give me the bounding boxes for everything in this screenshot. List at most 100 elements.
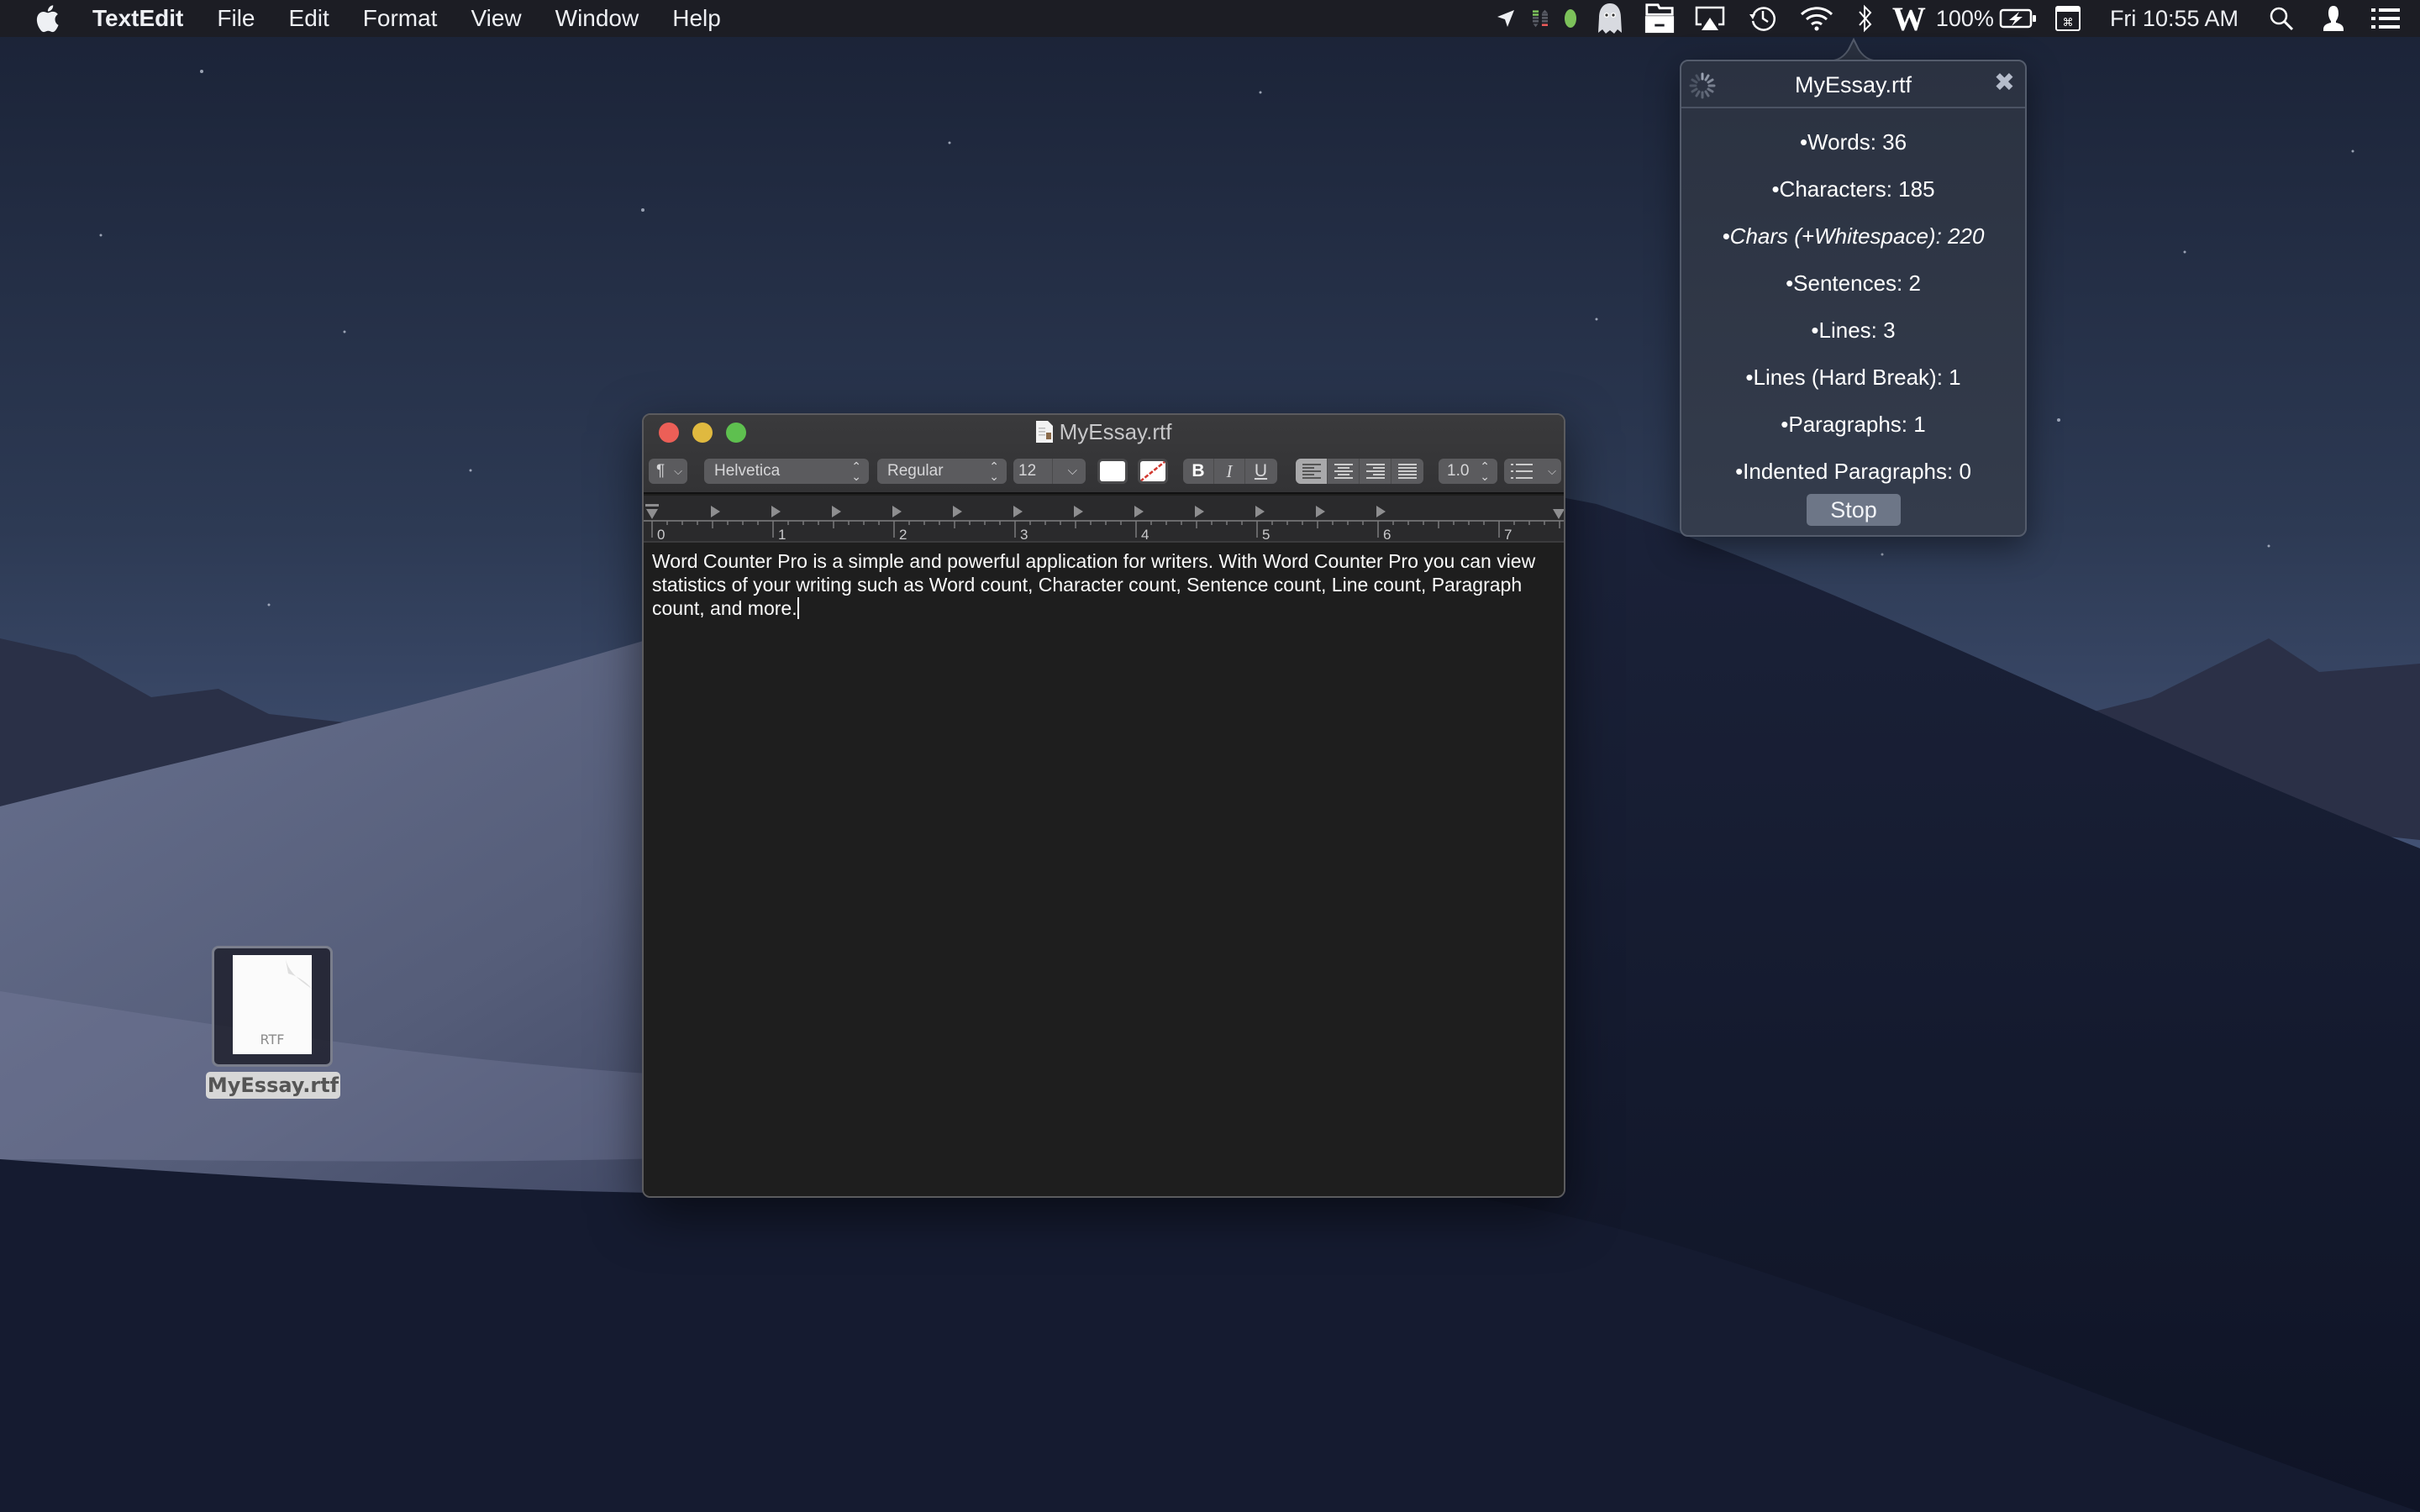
wifi-icon [1800, 7, 1833, 31]
format-toolbar: ¶ ⌵ Helvetica ⌃ ⌄ Regular ⌃ ⌄ 12 ⌵ B I U… [644, 459, 1564, 486]
word-counter-popover: MyEssay.rtf ✖ •Words: 36 •Characters: 185… [1680, 60, 2027, 537]
align-center-icon [1334, 464, 1353, 479]
file-type-label: RTF [260, 1032, 285, 1047]
font-family-popup[interactable]: Helvetica ⌃ ⌄ [704, 459, 869, 484]
spotlight-item[interactable] [2255, 0, 2307, 37]
menu-help[interactable]: Help [655, 0, 738, 37]
align-justify-button[interactable] [1392, 459, 1423, 484]
level-meter-icon [1532, 9, 1548, 28]
text-color-well[interactable] [1097, 459, 1128, 484]
menu-view[interactable]: View [454, 0, 538, 37]
stat-item: •Indented Paragraphs: 0 [1735, 459, 1971, 484]
ruler-label: 3 [1020, 527, 1028, 543]
text-cursor [797, 597, 799, 619]
apple-menu[interactable] [25, 4, 69, 33]
tab-stop-marker [832, 506, 841, 517]
menu-file[interactable]: File [200, 0, 271, 37]
rtf-document-icon: RTF [233, 955, 312, 1054]
paragraph-styles-popup[interactable]: ¶ ⌵ [649, 459, 687, 484]
first-line-indent-marker [645, 504, 659, 507]
font-style-popup[interactable]: Regular ⌃ ⌄ [877, 459, 1007, 484]
menu-extras: W 100% ⌘ Fri 10:55 AM [1487, 0, 2420, 38]
stat-item: •Chars (+Whitespace): 220 [1722, 223, 1985, 249]
stat-item: •Lines: 3 [1811, 318, 1896, 343]
document-text-area[interactable]: Word Counter Pro is a simple and powerfu… [644, 544, 1564, 1196]
popover-header: MyEssay.rtf ✖ [1681, 61, 2025, 108]
ruler[interactable]: 0 1 2 3 4 5 6 7 [644, 496, 1564, 543]
close-popover-icon[interactable]: ✖ [1994, 68, 2015, 97]
user-icon [2323, 6, 2344, 31]
document-proxy-icon[interactable] [1035, 421, 1053, 443]
chevron-down-icon[interactable]: ⌵ [1068, 464, 1077, 478]
window-title-text: MyEssay.rtf [1059, 418, 1172, 444]
menu-bar: TextEdit File Edit Format View Window He… [0, 0, 2420, 38]
menu-edit[interactable]: Edit [272, 0, 346, 37]
keyboard-viewer-item[interactable]: ⌘ [2043, 0, 2093, 37]
ruler-label: 5 [1262, 527, 1270, 543]
stat-item: •Sentences: 2 [1786, 270, 1921, 296]
up-down-arrows-icon: ⌃ ⌄ [1480, 459, 1490, 483]
ruler-label: 4 [1141, 527, 1149, 543]
italic-button[interactable]: I [1214, 459, 1245, 484]
stat-item: •Lines (Hard Break): 1 [1745, 365, 1961, 390]
ghost-app-item[interactable] [1585, 0, 1635, 37]
activity-levels-item[interactable] [1524, 0, 1556, 37]
line-spacing-value: 1.0 [1447, 462, 1470, 480]
time-machine-item[interactable] [1736, 0, 1790, 37]
apple-icon [36, 5, 59, 33]
underline-button[interactable]: U [1245, 459, 1276, 484]
ruler-label: 0 [657, 527, 665, 543]
menu-format[interactable]: Format [346, 0, 455, 37]
ruler-label: 7 [1504, 527, 1512, 543]
tab-stop-marker [1195, 506, 1204, 517]
stop-button[interactable]: Stop [1807, 494, 1901, 526]
bold-icon: B [1192, 461, 1205, 480]
no-color-slash-icon [1140, 461, 1165, 481]
tab-stop-marker [1376, 506, 1386, 517]
list-style-popup[interactable]: ⌵ [1504, 459, 1561, 484]
tab-stop-marker [711, 506, 720, 517]
pilcrow-icon: ¶ [656, 462, 666, 480]
file-drawer-item[interactable] [1635, 0, 1684, 37]
font-size-combo[interactable]: 12 ⌵ [1013, 459, 1086, 484]
ruler-label: 2 [899, 527, 907, 543]
align-right-icon [1365, 464, 1385, 479]
ruler-scale: 0 1 2 3 4 5 6 7 [644, 504, 1564, 543]
location-services-item[interactable] [1487, 0, 1524, 37]
wifi-item[interactable] [1790, 0, 1844, 37]
align-justify-icon [1398, 464, 1417, 479]
chevron-down-icon: ⌵ [674, 465, 682, 477]
background-color-well[interactable] [1138, 459, 1168, 484]
user-item[interactable] [2307, 0, 2360, 37]
alignment-segment [1296, 459, 1423, 484]
notification-center-item[interactable] [2360, 0, 2412, 37]
align-center-button[interactable] [1328, 459, 1360, 484]
text-style-segment: B I U [1183, 459, 1277, 484]
word-counter-item[interactable]: W [1887, 0, 1931, 38]
bold-button[interactable]: B [1183, 459, 1214, 484]
file-name-label[interactable]: MyEssay.rtf [206, 1072, 340, 1099]
bluetooth-item[interactable] [1844, 0, 1887, 37]
airplay-item[interactable] [1684, 0, 1736, 37]
title-bar[interactable]: MyEssay.rtf ¶ ⌵ Helvetica ⌃ ⌄ Regular ⌃ ⌄ … [644, 415, 1564, 494]
font-size-value[interactable]: 12 [1013, 462, 1036, 480]
bulleted-list-icon [1511, 464, 1533, 479]
document-text: Word Counter Pro is a simple and powerfu… [652, 550, 1536, 619]
status-dot-item[interactable] [1556, 0, 1585, 37]
right-margin-marker [1553, 509, 1564, 519]
battery-item[interactable]: 100% [1931, 0, 2043, 37]
menu-app-textedit[interactable]: TextEdit [69, 0, 200, 37]
airplay-icon [1695, 6, 1725, 30]
align-left-button[interactable] [1296, 459, 1328, 484]
tab-stop-marker [1316, 506, 1325, 517]
stat-item: •Paragraphs: 1 [1781, 412, 1926, 437]
align-right-button[interactable] [1360, 459, 1392, 484]
up-down-arrows-icon: ⌃ ⌄ [989, 459, 999, 483]
clock-item[interactable]: Fri 10:55 AM [2093, 0, 2255, 37]
line-spacing-popup[interactable]: 1.0 ⌃ ⌄ [1439, 459, 1497, 484]
stats-list: •Words: 36 •Characters: 185 •Chars (+White… [1681, 118, 2025, 495]
menu-window[interactable]: Window [539, 0, 656, 37]
tab-stop-marker [771, 506, 781, 517]
italic-icon: I [1226, 460, 1233, 481]
left-indent-marker [646, 509, 658, 519]
